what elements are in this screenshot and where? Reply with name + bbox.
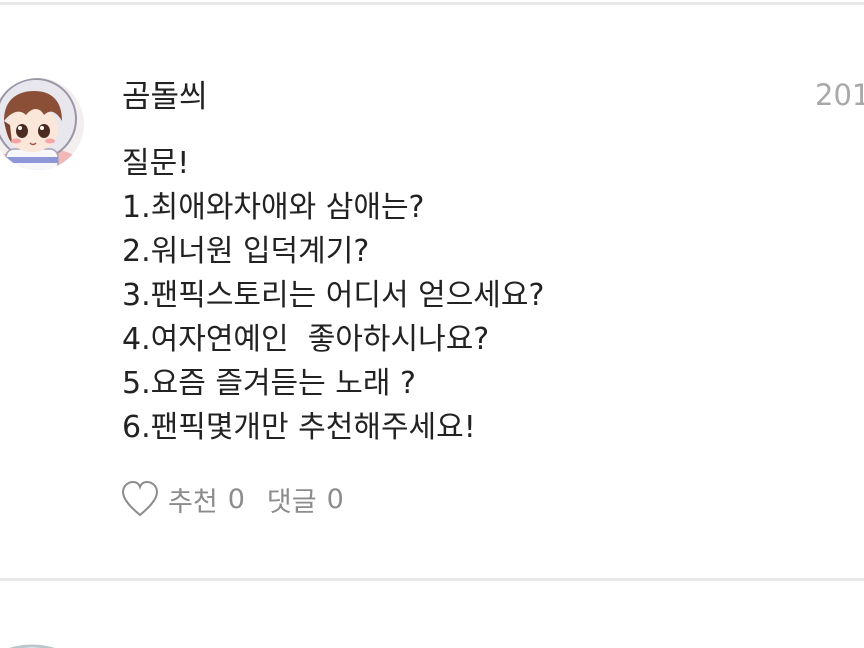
comment-button[interactable]: 댓글 0 — [267, 480, 344, 519]
post-actions: 추천 0 댓글 0 — [120, 477, 344, 521]
heart-outline-icon — [120, 480, 160, 518]
post-body-line: 5.요즘 즐겨듣는 노래 ? — [122, 366, 416, 401]
post-body-line: 6.팬픽몇개만 추천해주세요! — [122, 410, 476, 445]
chibi-character-avatar-icon — [0, 78, 84, 170]
bottom-divider — [0, 578, 864, 581]
like-count: 0 — [227, 483, 245, 515]
post-body: 질문! 1.최애와차애와 삼애는? 2.워너원 입덕계기? 3.팬픽스토리는 어… — [122, 142, 842, 450]
post-timestamp: 201 — [815, 78, 864, 112]
post-body-line: 3.팬픽스토리는 어디서 얻으세요? — [122, 278, 545, 313]
comment-label: 댓글 — [266, 486, 317, 518]
comment-post: 곰돌씌 201 질문! 1.최애와차애와 삼애는? 2.워너원 입덕계기? 3.… — [0, 5, 864, 578]
like-label: 추천 — [168, 486, 218, 518]
post-body-line: 4.여자연예인 좋아하시나요? — [122, 322, 490, 357]
avatar-edge-icon — [8, 644, 56, 648]
comment-page: 곰돌씌 201 질문! 1.최애와차애와 삼애는? 2.워너원 입덕계기? 3.… — [0, 0, 864, 648]
like-button[interactable]: 추천 0 — [120, 480, 245, 519]
author-avatar[interactable] — [0, 69, 84, 179]
author-name[interactable]: 곰돌씌 — [122, 77, 208, 117]
post-body-line: 2.워너원 입덕계기? — [122, 234, 370, 269]
post-body-line: 질문! — [122, 146, 190, 181]
next-comment-avatar[interactable] — [0, 640, 72, 648]
comment-count: 0 — [326, 483, 344, 515]
post-body-line: 1.최애와차애와 삼애는? — [122, 190, 425, 225]
